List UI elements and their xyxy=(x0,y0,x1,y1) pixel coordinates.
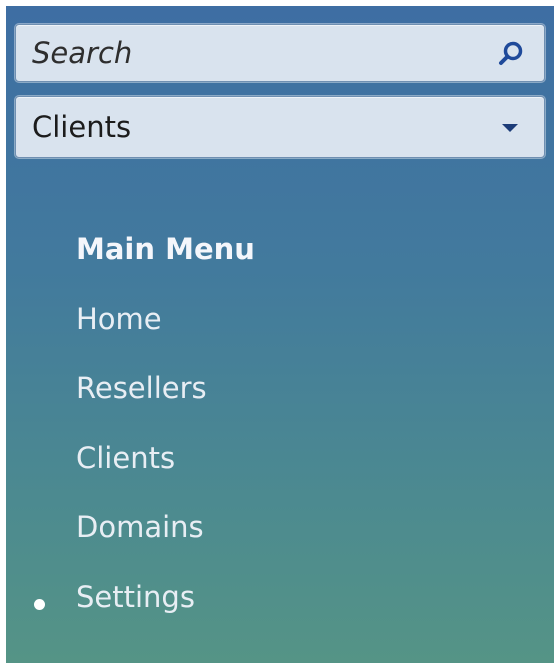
menu-item-home[interactable]: Home xyxy=(76,302,162,336)
filter-select-value: Clients xyxy=(32,110,132,144)
filter-select[interactable]: Clients xyxy=(15,96,545,158)
search-icon[interactable] xyxy=(496,39,526,69)
menu-item-settings[interactable]: Settings xyxy=(76,580,195,614)
search-input[interactable] xyxy=(16,25,476,81)
search-box xyxy=(15,24,545,82)
chevron-down-icon xyxy=(502,124,518,132)
menu-item-resellers[interactable]: Resellers xyxy=(76,371,207,405)
active-bullet-icon xyxy=(34,599,45,610)
main-menu-title: Main Menu xyxy=(76,232,255,266)
menu-item-clients[interactable]: Clients xyxy=(76,441,175,475)
sidebar-panel: Clients Main Menu Home Resellers Clients… xyxy=(6,6,554,663)
menu-item-domains[interactable]: Domains xyxy=(76,510,204,544)
